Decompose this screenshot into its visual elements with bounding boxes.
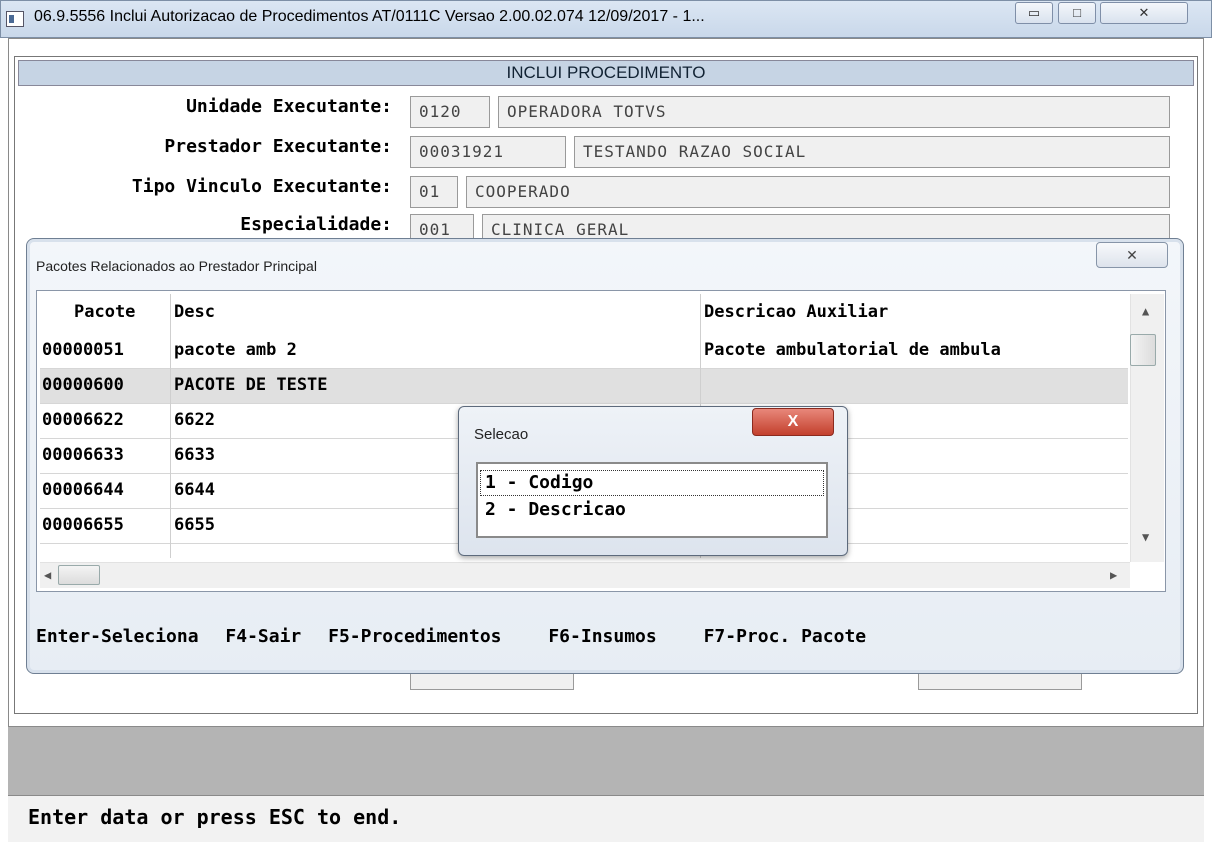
cell-pacote: 00006644	[42, 480, 124, 500]
column-header-pacote[interactable]: Pacote	[74, 302, 135, 322]
hidden-field-left[interactable]	[410, 672, 574, 690]
unidade-code-field[interactable]: 0120	[410, 96, 490, 128]
hint-f7-proc-pacote[interactable]: F7-Proc. Pacote	[704, 626, 867, 647]
section-header: INCLUI PROCEDIMENTO	[18, 60, 1194, 86]
selecao-option-codigo[interactable]: 1 - Codigo	[480, 470, 824, 496]
column-header-desc[interactable]: Desc	[174, 302, 215, 322]
function-key-hints: Enter-Seleciona F4-Sair F5-Procedimentos…	[36, 626, 866, 647]
hint-f4-sair[interactable]: F4-Sair	[225, 626, 301, 647]
especialidade-code-field[interactable]: 001	[410, 214, 474, 240]
prestador-desc-field[interactable]: TESTANDO RAZAO SOCIAL	[574, 136, 1170, 168]
cell-aux: Pacote ambulatorial de ambula	[704, 340, 1001, 360]
tipo-vinculo-desc-field[interactable]: COOPERADO	[466, 176, 1170, 208]
cell-pacote: 00006655	[42, 515, 124, 535]
tipo-vinculo-label: Tipo Vinculo Executante:	[131, 176, 392, 197]
window-title: 06.9.5556 Inclui Autorizacao de Procedim…	[34, 8, 705, 25]
scroll-up-icon[interactable]: ▲	[1142, 304, 1149, 318]
pacotes-dialog-title: Pacotes Relacionados ao Prestador Princi…	[36, 258, 317, 274]
cell-desc: 6622	[174, 410, 215, 430]
cell-pacote: 00000600	[42, 375, 124, 395]
cell-desc: 6633	[174, 445, 215, 465]
column-header-descricao-auxiliar[interactable]: Descricao Auxiliar	[704, 302, 888, 322]
hint-f6-insumos[interactable]: F6-Insumos	[548, 626, 656, 647]
maximize-button[interactable]: □	[1058, 2, 1096, 24]
selecao-close-button[interactable]: X	[752, 408, 834, 436]
scroll-left-icon[interactable]: ◀	[44, 568, 51, 582]
selecao-dialog-title: Selecao	[474, 426, 529, 443]
unidade-label: Unidade Executante:	[186, 96, 392, 117]
selecao-option-descricao[interactable]: 2 - Descricao	[480, 498, 824, 524]
prestador-label: Prestador Executante:	[164, 136, 392, 157]
minimize-button[interactable]: ▭	[1015, 2, 1053, 24]
hint-f5-procedimentos[interactable]: F5-Procedimentos	[328, 626, 501, 647]
scroll-right-icon[interactable]: ▶	[1110, 568, 1117, 582]
status-message: Enter data or press ESC to end.	[28, 805, 402, 829]
cell-desc: 6644	[174, 480, 215, 500]
unidade-desc-field[interactable]: OPERADORA TOTVS	[498, 96, 1170, 128]
column-divider	[170, 294, 171, 558]
cell-desc: PACOTE DE TESTE	[174, 375, 328, 395]
scroll-down-icon[interactable]: ▼	[1142, 530, 1149, 544]
hidden-field-right[interactable]	[918, 672, 1082, 690]
especialidade-label: Especialidade:	[240, 214, 392, 235]
cell-pacote: 00000051	[42, 340, 124, 360]
cell-pacote: 00006622	[42, 410, 124, 430]
horizontal-scrollbar[interactable]	[40, 562, 1130, 588]
app-icon[interactable]	[6, 11, 24, 27]
tipo-vinculo-code-field[interactable]: 01	[410, 176, 458, 208]
cell-desc: pacote amb 2	[174, 340, 297, 360]
pacotes-close-button[interactable]: ✕	[1096, 242, 1168, 268]
close-button[interactable]: ✕	[1100, 2, 1188, 24]
especialidade-desc-field[interactable]: CLINICA GERAL	[482, 214, 1170, 240]
cell-pacote: 00006633	[42, 445, 124, 465]
message-area	[8, 726, 1204, 796]
prestador-code-field[interactable]: 00031921	[410, 136, 566, 168]
horizontal-scroll-thumb[interactable]	[58, 565, 100, 585]
hint-enter-seleciona[interactable]: Enter-Seleciona	[36, 626, 199, 647]
vertical-scroll-thumb[interactable]	[1130, 334, 1156, 366]
cell-desc: 6655	[174, 515, 215, 535]
